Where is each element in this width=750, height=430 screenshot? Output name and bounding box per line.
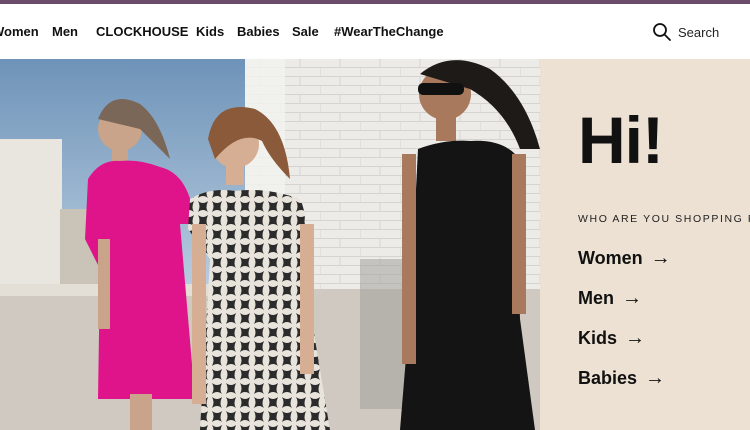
link-women[interactable]: Women → (578, 247, 671, 270)
arrow-right-icon: → (622, 287, 642, 309)
link-men-label: Men (578, 288, 614, 308)
nav-item-sale[interactable]: Sale (292, 24, 319, 39)
hero-illustration (0, 59, 540, 430)
link-kids[interactable]: Kids → (578, 327, 645, 350)
main-navigation: Women Men CLOCKHOUSE Kids Babies Sale #W… (0, 4, 750, 59)
nav-item-kids[interactable]: Kids (196, 24, 224, 39)
arrow-right-icon: → (650, 247, 671, 269)
link-babies[interactable]: Babies → (578, 367, 665, 390)
shopping-for-prompt: WHO ARE YOU SHOPPING FOR? (578, 213, 750, 225)
link-kids-label: Kids (578, 328, 618, 348)
search-label: Search (678, 24, 720, 40)
nav-item-clockhouse[interactable]: CLOCKHOUSE (96, 24, 188, 39)
nav-item-men[interactable]: Men (52, 24, 78, 39)
arrow-right-icon: → (645, 367, 666, 389)
link-men[interactable]: Men → (578, 287, 642, 310)
nav-item-women[interactable]: Women (0, 24, 39, 39)
search-button[interactable]: Search (652, 21, 719, 43)
greeting-heading: Hi! (578, 103, 664, 177)
hero-image[interactable] (0, 59, 540, 430)
arrow-right-icon: → (625, 327, 646, 349)
link-babies-label: Babies (578, 368, 638, 388)
nav-item-babies[interactable]: Babies (237, 24, 280, 39)
search-icon (653, 23, 671, 41)
nav-item-wearthechange[interactable]: #WearTheChange (334, 24, 444, 39)
link-women-label: Women (578, 248, 643, 268)
shopping-for-panel: Hi! WHO ARE YOU SHOPPING FOR? Women → Me… (540, 59, 750, 430)
